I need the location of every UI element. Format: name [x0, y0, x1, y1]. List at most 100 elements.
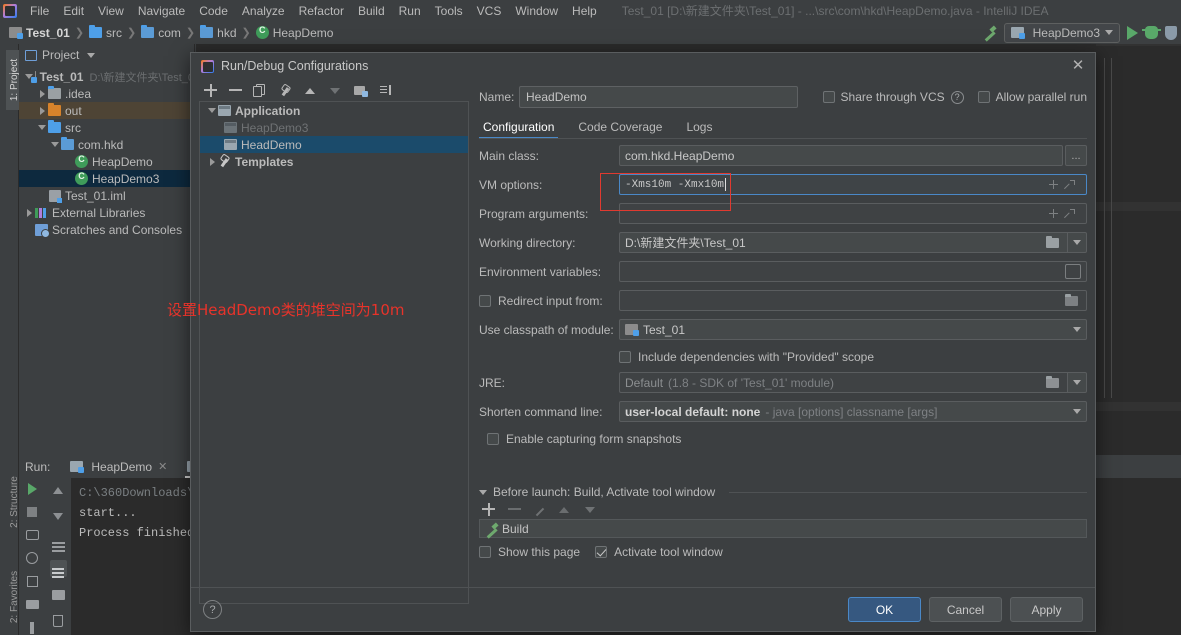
move-up-icon[interactable] [303, 83, 318, 98]
expand-arrow[interactable] [36, 125, 48, 130]
program-arguments-input[interactable] [619, 203, 1087, 224]
include-provided-checkbox[interactable] [619, 351, 631, 363]
tab-code-coverage[interactable]: Code Coverage [574, 117, 674, 139]
tree-item-comhkd[interactable]: com.hkd [19, 136, 194, 153]
breadcrumb-src[interactable]: src [86, 25, 125, 40]
working-directory-input[interactable]: D:\新建文件夹\Test_01 [619, 232, 1067, 253]
activate-tool-window-checkbox[interactable] [595, 546, 608, 558]
tree-item-test01[interactable]: Test_01 D:\新建文件夹\Test_0 [19, 68, 194, 85]
apply-button[interactable]: Apply [1010, 597, 1083, 622]
chevron-down-icon[interactable] [87, 52, 96, 58]
before-launch-header[interactable]: Before launch: Build, Activate tool wind… [479, 485, 1087, 499]
classpath-module-combo[interactable]: Test_01 [619, 319, 1087, 340]
config-tree-application[interactable]: Application [200, 102, 468, 119]
edit-templates-icon[interactable] [278, 83, 293, 98]
add-icon[interactable] [481, 502, 496, 517]
tree-item-heapdemo3[interactable]: HeapDemo3 [19, 170, 194, 187]
config-tree-headdemo[interactable]: HeadDemo [200, 136, 468, 153]
menu-item-edit[interactable]: Edit [56, 2, 91, 20]
breadcrumb-heapdemo[interactable]: HeapDemo [253, 25, 337, 40]
project-panel-header[interactable]: Project [19, 44, 194, 66]
form-snapshots-checkbox[interactable] [487, 433, 499, 445]
jre-dropdown[interactable] [1067, 372, 1087, 393]
cancel-button[interactable]: Cancel [929, 597, 1002, 622]
up-icon[interactable] [50, 482, 67, 499]
layout-icon[interactable] [24, 598, 41, 612]
menu-item-tools[interactable]: Tools [428, 2, 470, 20]
share-vcs-row[interactable]: Share through VCS ? [822, 90, 964, 104]
close-icon[interactable]: ✕ [158, 460, 167, 473]
add-icon[interactable] [1049, 180, 1058, 189]
add-icon[interactable] [1049, 209, 1058, 218]
remove-icon[interactable] [507, 502, 522, 517]
menu-item-help[interactable]: Help [565, 2, 604, 20]
tree-item-out[interactable]: out [19, 102, 194, 119]
redirect-input-checkbox[interactable] [479, 294, 491, 307]
help-icon[interactable]: ? [950, 90, 964, 104]
tab-logs[interactable]: Logs [682, 117, 724, 139]
share-vcs-checkbox[interactable] [822, 91, 835, 103]
expand-arrow[interactable] [36, 106, 48, 115]
debug-icon[interactable] [1142, 26, 1161, 39]
menu-item-navigate[interactable]: Navigate [131, 2, 192, 20]
menu-item-file[interactable]: File [23, 2, 56, 20]
breadcrumb-test01[interactable]: Test_01 [6, 26, 73, 40]
tree-item-external-libraries[interactable]: External Libraries [19, 204, 194, 221]
environment-variables-input[interactable] [619, 261, 1087, 282]
print-icon[interactable] [50, 586, 67, 603]
exit-icon[interactable] [24, 575, 41, 589]
tree-item-heapdemo[interactable]: HeapDemo [19, 153, 194, 170]
menu-item-code[interactable]: Code [192, 2, 235, 20]
form-snapshots-row[interactable]: Enable capturing form snapshots [479, 430, 1087, 448]
before-launch-list[interactable]: Build [479, 519, 1087, 538]
menu-item-window[interactable]: Window [508, 2, 565, 20]
close-icon[interactable]: ✕ [1071, 58, 1085, 73]
menu-item-vcs[interactable]: VCS [470, 2, 509, 20]
main-class-browse-button[interactable]: ... [1065, 145, 1087, 166]
copy-icon[interactable] [253, 83, 268, 98]
pin-icon[interactable] [24, 621, 41, 635]
browse-folder-icon[interactable] [1042, 232, 1062, 253]
chevron-down-icon[interactable] [479, 489, 487, 495]
expand-icon[interactable] [1065, 208, 1075, 219]
move-into-folder-icon[interactable] [353, 83, 368, 98]
menu-item-run[interactable]: Run [392, 2, 428, 20]
redirect-input-check-group[interactable]: Redirect input from: [479, 294, 619, 308]
jre-combo[interactable]: Default (1.8 - SDK of 'Test_01' module) [619, 372, 1067, 393]
scroll-to-end-icon[interactable] [49, 560, 67, 577]
run-tab-heapdemo[interactable]: HeapDemo ✕ [64, 458, 173, 476]
move-up-icon[interactable] [557, 502, 572, 517]
edit-icon[interactable] [533, 503, 546, 516]
move-down-icon[interactable] [328, 83, 343, 98]
expand-arrow[interactable] [36, 89, 48, 98]
menu-item-refactor[interactable]: Refactor [292, 2, 351, 20]
expand-arrow[interactable] [23, 208, 35, 217]
add-icon[interactable] [203, 83, 218, 98]
tab-configuration[interactable]: Configuration [479, 117, 566, 139]
dump-icon[interactable] [24, 551, 41, 565]
help-icon[interactable]: ? [203, 600, 222, 619]
remove-icon[interactable] [228, 83, 243, 98]
tree-item-iml[interactable]: Test_01.iml [19, 187, 194, 204]
run-icon[interactable] [1127, 25, 1138, 40]
expand-arrow[interactable] [206, 157, 218, 166]
breadcrumb-com[interactable]: com [138, 25, 184, 40]
coverage-icon[interactable] [1165, 25, 1177, 40]
tree-item-src[interactable]: src [19, 119, 194, 136]
expand-arrow[interactable] [206, 108, 218, 113]
rerun-icon[interactable] [24, 482, 41, 496]
tree-item-scratches[interactable]: Scratches and Consoles [19, 221, 194, 238]
tree-item-idea[interactable]: .idea [19, 85, 194, 102]
redirect-input-path-input[interactable] [619, 290, 1087, 311]
config-tree-heapdemo3[interactable]: HeapDemo3 [200, 119, 468, 136]
move-down-icon[interactable] [583, 502, 598, 517]
trash-icon[interactable] [50, 612, 67, 629]
hammer-icon[interactable] [983, 26, 997, 40]
show-this-page-checkbox[interactable] [479, 546, 491, 558]
browse-folder-icon[interactable] [1061, 290, 1081, 311]
stop-icon[interactable] [24, 505, 41, 519]
sort-icon[interactable] [378, 83, 393, 98]
breadcrumb-hkd[interactable]: hkd [197, 25, 239, 40]
main-class-input[interactable]: com.hkd.HeapDemo [619, 145, 1063, 166]
ok-button[interactable]: OK [848, 597, 921, 622]
